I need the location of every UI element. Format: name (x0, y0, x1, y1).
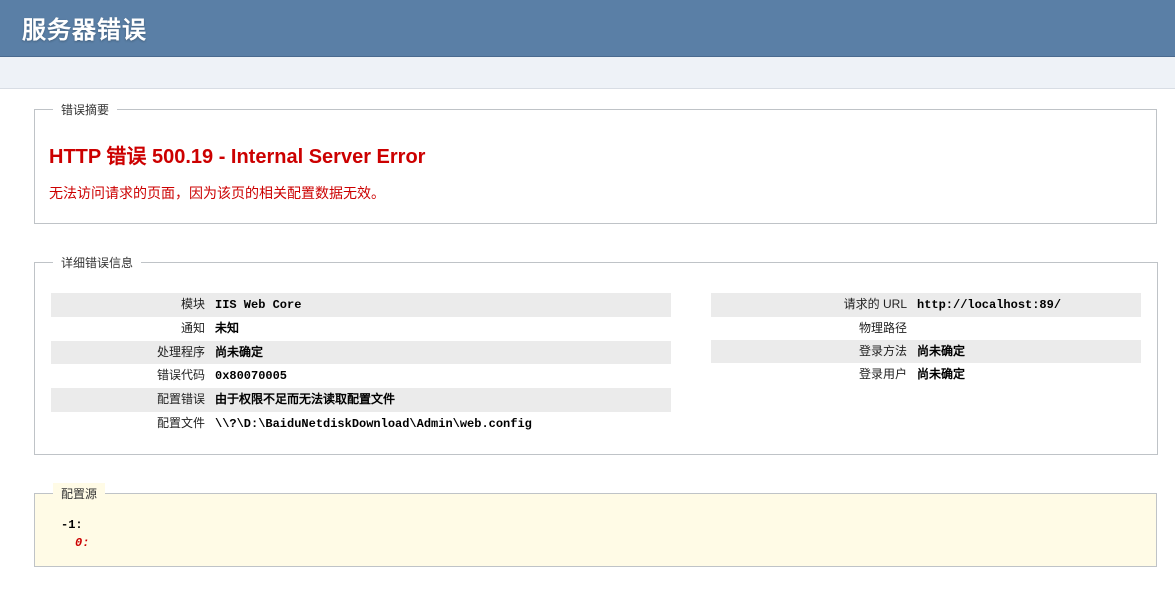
detail-key: 错误代码 (57, 367, 215, 384)
detail-key: 配置文件 (57, 415, 215, 432)
detail-value: 尚未确定 (917, 367, 965, 384)
detail-row: 登录方法尚未确定 (711, 340, 1141, 364)
detail-row: 登录用户尚未确定 (711, 363, 1141, 387)
details-left-column: 模块IIS Web Core 通知未知 处理程序尚未确定 错误代码0x80070… (51, 293, 671, 436)
detail-key: 处理程序 (57, 344, 215, 361)
details-right-column: 请求的 URLhttp://localhost:89/ 物理路径 登录方法尚未确… (711, 293, 1141, 436)
error-details-section: 详细错误信息 模块IIS Web Core 通知未知 处理程序尚未确定 错误代码… (34, 252, 1158, 455)
detail-row: 物理路径 (711, 317, 1141, 340)
config-source-section: 配置源 -1: 0: (34, 483, 1157, 567)
detail-key: 请求的 URL (717, 296, 917, 313)
detail-key: 通知 (57, 320, 215, 337)
detail-row: 配置文件\\?\D:\BaiduNetdiskDownload\Admin\we… (51, 412, 671, 436)
detail-row: 模块IIS Web Core (51, 293, 671, 317)
page-header: 服务器错误 (0, 0, 1175, 57)
detail-row: 处理程序尚未确定 (51, 341, 671, 365)
config-source-line: -1: (61, 516, 1144, 534)
detail-key: 物理路径 (717, 320, 917, 337)
header-sub-bar (0, 57, 1175, 89)
detail-key: 模块 (57, 296, 215, 313)
detail-key: 登录用户 (717, 366, 917, 383)
page-title: 服务器错误 (22, 10, 1153, 45)
detail-value: 尚未确定 (917, 344, 965, 361)
error-summary-legend: 错误摘要 (53, 99, 117, 120)
detail-key: 登录方法 (717, 343, 917, 360)
config-source-code: -1: 0: (47, 512, 1144, 552)
error-subtitle: 无法访问请求的页面，因为该页的相关配置数据无效。 (49, 183, 1144, 203)
content-area: 错误摘要 HTTP 错误 500.19 - Internal Server Er… (0, 89, 1175, 567)
detail-value: \\?\D:\BaiduNetdiskDownload\Admin\web.co… (215, 416, 532, 433)
detail-value: 由于权限不足而无法读取配置文件 (215, 392, 395, 409)
detail-value: IIS Web Core (215, 297, 301, 314)
error-details-legend: 详细错误信息 (53, 252, 141, 273)
error-title: HTTP 错误 500.19 - Internal Server Error (49, 140, 1144, 169)
detail-value: 尚未确定 (215, 345, 263, 362)
detail-value: 0x80070005 (215, 368, 287, 385)
detail-row: 通知未知 (51, 317, 671, 341)
detail-key: 配置错误 (57, 391, 215, 408)
detail-value: http://localhost:89/ (917, 297, 1061, 314)
config-source-legend: 配置源 (53, 483, 105, 504)
detail-row: 请求的 URLhttp://localhost:89/ (711, 293, 1141, 317)
config-source-line: 0: (61, 534, 1144, 552)
error-summary-section: 错误摘要 HTTP 错误 500.19 - Internal Server Er… (34, 99, 1157, 224)
detail-row: 错误代码0x80070005 (51, 364, 671, 388)
detail-row: 配置错误由于权限不足而无法读取配置文件 (51, 388, 671, 412)
detail-value: 未知 (215, 321, 239, 338)
